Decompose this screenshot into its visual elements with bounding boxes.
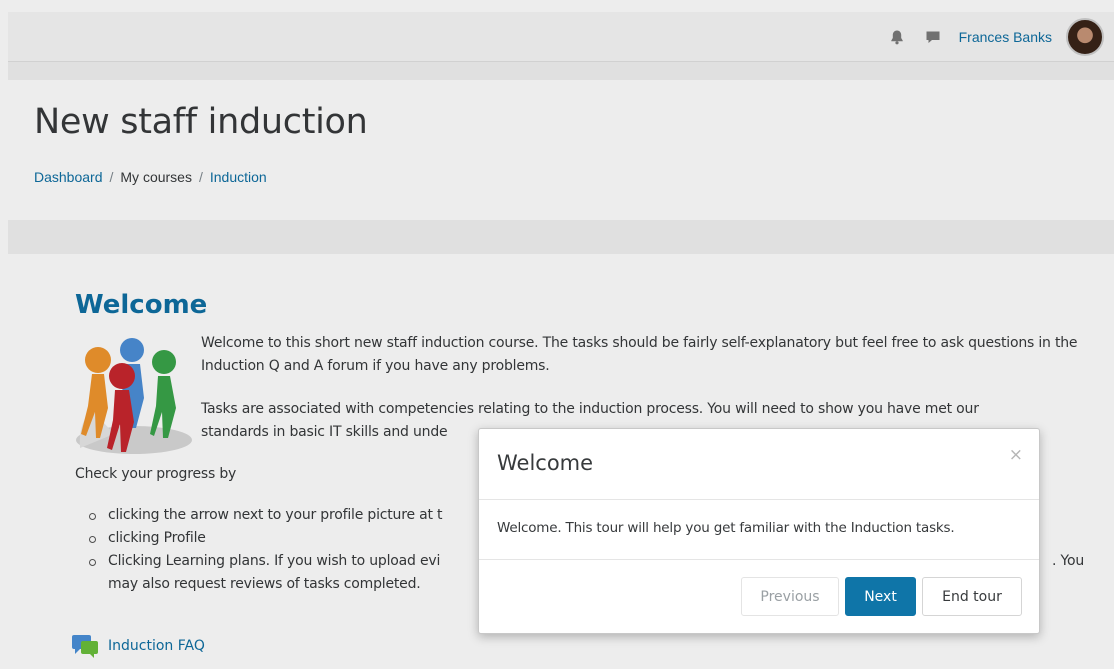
- tour-dialog-header: Welcome ×: [479, 429, 1039, 500]
- tour-dialog-message: Welcome. This tour will help you get fam…: [497, 520, 955, 536]
- tour-dialog-footer: Previous Next End tour: [735, 577, 1022, 616]
- tour-dialog: Welcome × Welcome. This tour will help y…: [478, 428, 1040, 634]
- end-tour-button[interactable]: End tour: [922, 577, 1022, 616]
- close-icon[interactable]: ×: [1009, 445, 1023, 465]
- tour-dialog-body: Welcome. This tour will help you get fam…: [479, 500, 1039, 560]
- tour-dialog-title: Welcome: [497, 451, 594, 475]
- next-button[interactable]: Next: [845, 577, 916, 616]
- previous-button[interactable]: Previous: [741, 577, 839, 616]
